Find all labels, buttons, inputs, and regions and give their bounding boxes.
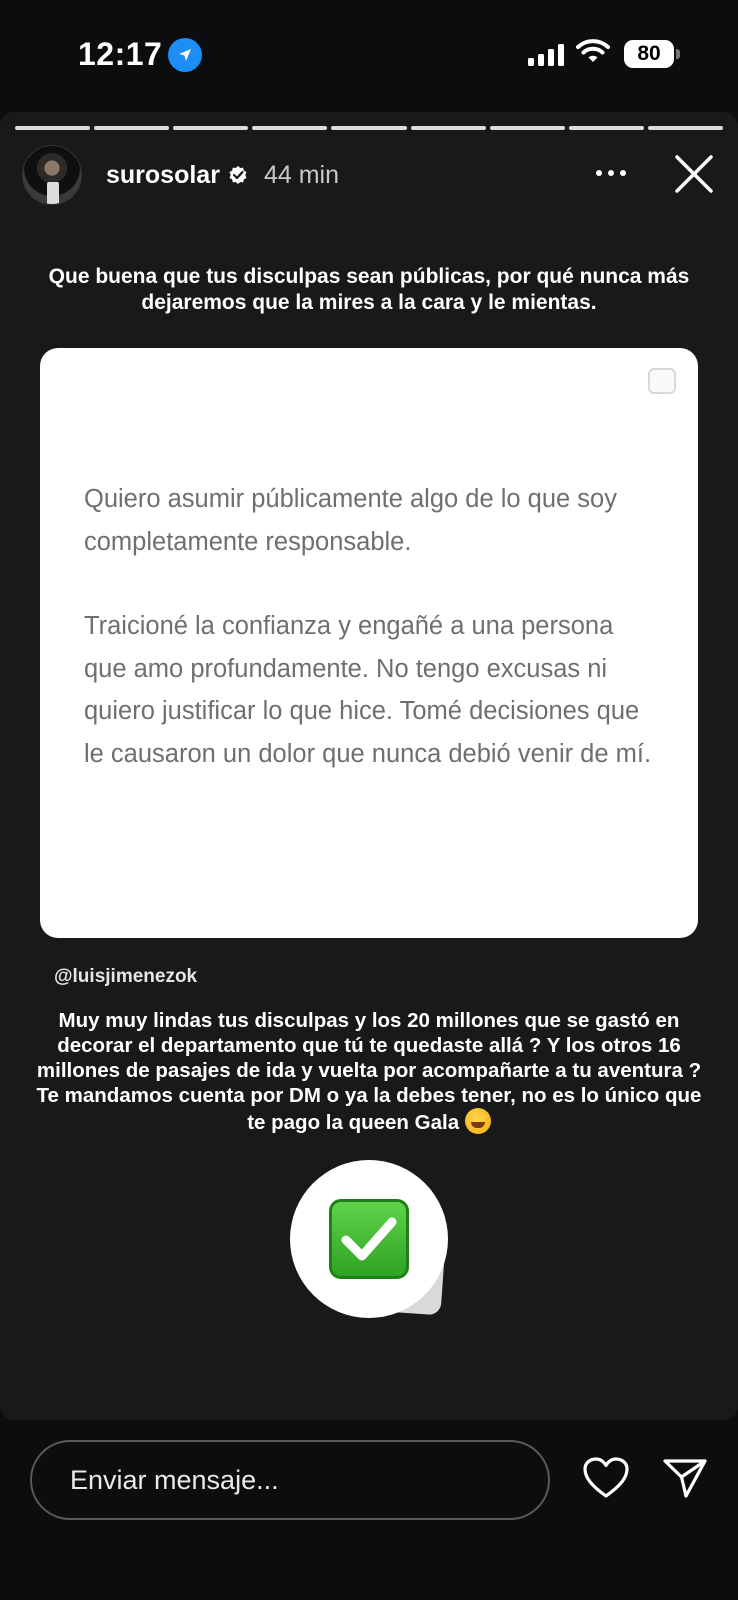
story-username[interactable]: surosolar <box>106 161 220 190</box>
story-time-ago: 44 min <box>263 160 339 189</box>
quoted-paragraph-2: Traicioné la confianza y engañé a una pe… <box>84 612 652 768</box>
story-caption-bottom: Muy muy lindas tus disculpas y los 20 mi… <box>26 1008 712 1135</box>
story-viewer[interactable]: surosolar 44 min Que buena que tus discu… <box>0 112 738 1420</box>
story-caption-top: Que buena que tus disculpas sean pública… <box>48 265 690 314</box>
mention-tag[interactable]: @luisjimenezok <box>54 966 197 988</box>
quoted-post-text: Quiero asumir públicamente algo de lo qu… <box>84 478 658 775</box>
story-caption-bottom-text: Muy muy lindas tus disculpas y los 20 mi… <box>36 1009 702 1134</box>
status-time: 12:17 <box>78 36 163 72</box>
copy-icon <box>648 368 676 394</box>
story-footer: Enviar mensaje... <box>0 1420 738 1600</box>
check-mark-button-icon <box>329 1199 409 1279</box>
story-header: surosolar 44 min <box>22 144 716 206</box>
verified-badge-icon <box>228 165 248 185</box>
quoted-paragraph-1: Quiero asumir públicamente algo de lo qu… <box>84 485 617 556</box>
more-options-button[interactable] <box>596 158 626 188</box>
send-message-placeholder: Enviar mensaje... <box>70 1464 279 1495</box>
status-bar: 12:17 80 <box>0 0 738 110</box>
story-progress-bar <box>15 126 723 130</box>
close-icon[interactable] <box>672 152 716 196</box>
quoted-post-card: Quiero asumir públicamente algo de lo qu… <box>40 348 698 938</box>
cellular-signal-icon <box>528 42 564 66</box>
wifi-icon <box>576 38 610 69</box>
location-arrow-icon <box>168 37 203 72</box>
avatar[interactable] <box>22 145 82 205</box>
battery-indicator: 80 <box>624 40 680 68</box>
heart-icon[interactable] <box>582 1456 630 1500</box>
send-message-input[interactable]: Enviar mensaje... <box>30 1440 550 1520</box>
status-time-group: 12:17 <box>78 36 203 73</box>
send-icon[interactable] <box>662 1456 708 1500</box>
check-sticker <box>290 1160 448 1318</box>
battery-level: 80 <box>637 42 661 65</box>
rolling-laughing-emoji-icon <box>464 1108 491 1134</box>
